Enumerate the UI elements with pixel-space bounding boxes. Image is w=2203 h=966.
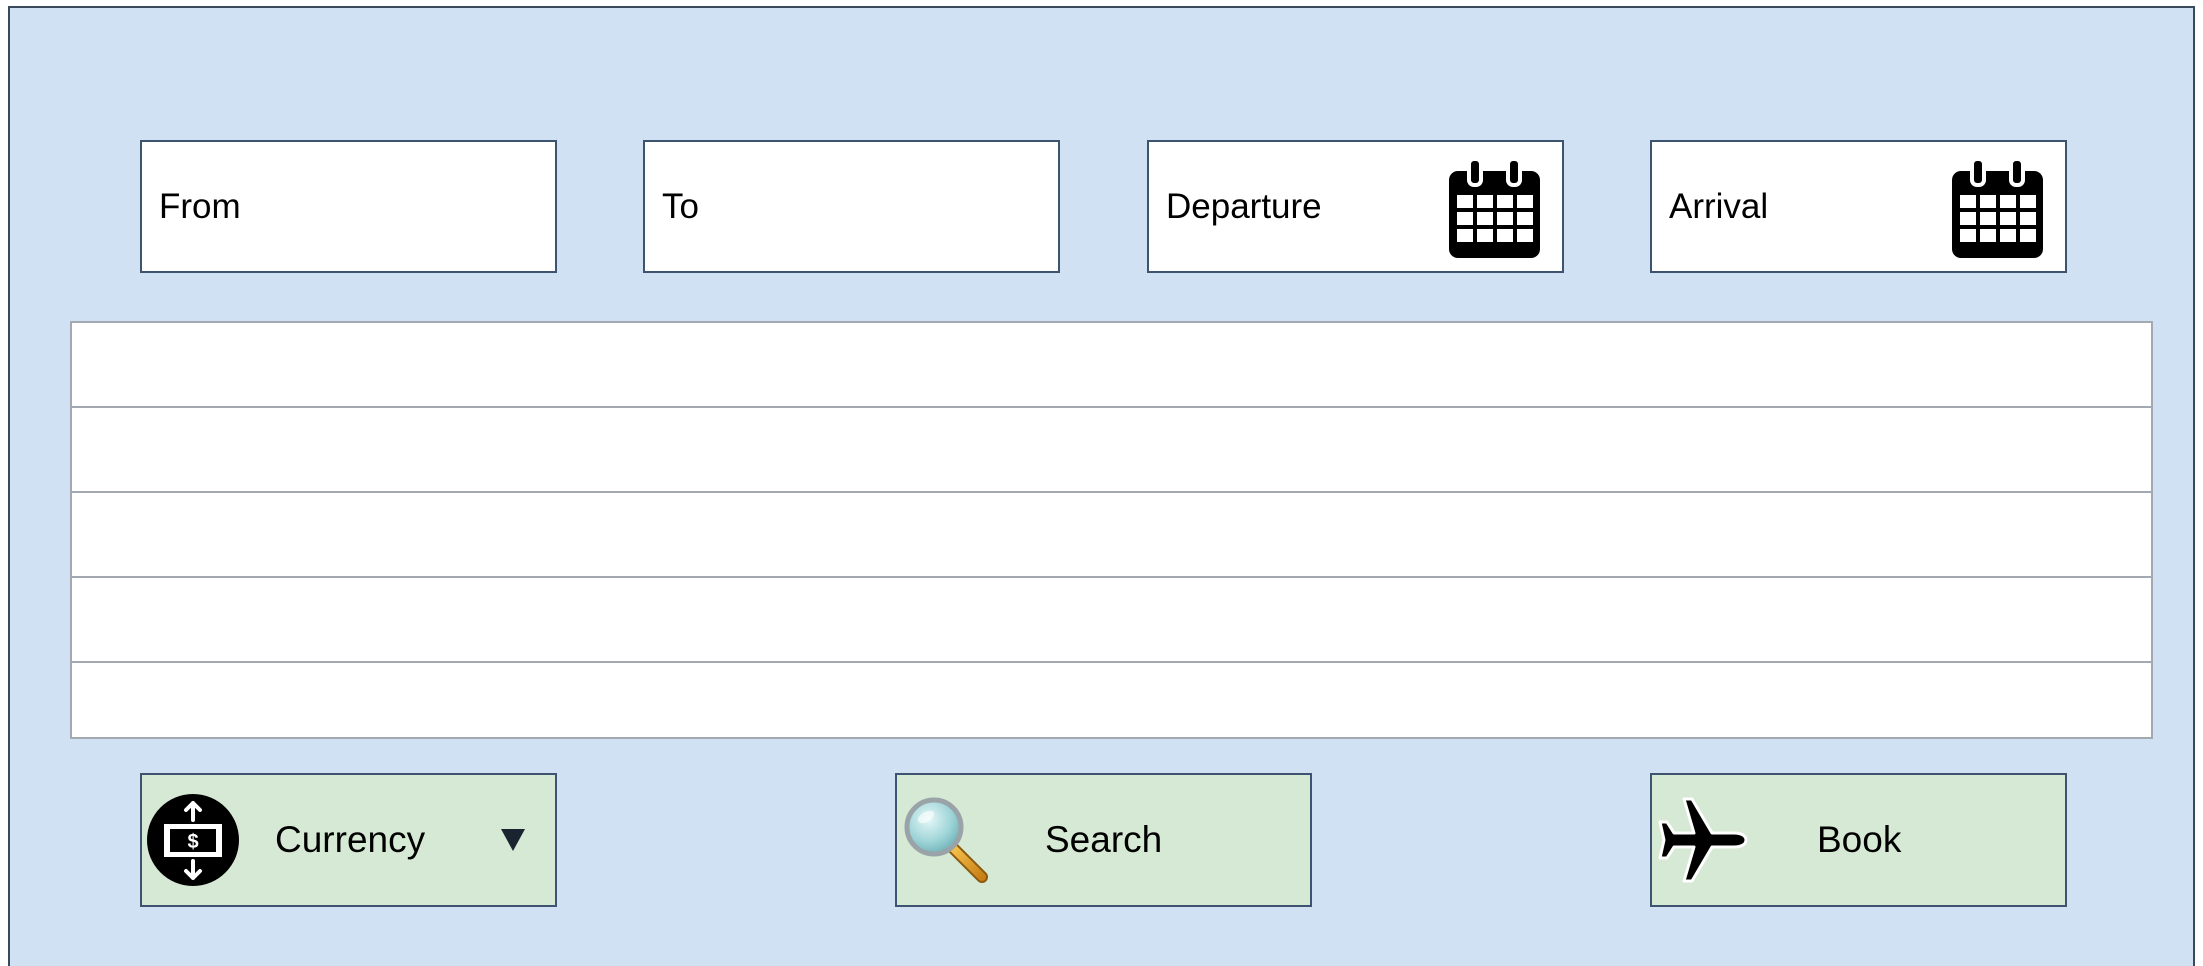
book-label: Book bbox=[1817, 819, 1902, 860]
caret-down-icon bbox=[501, 829, 525, 851]
airplane-icon bbox=[1658, 797, 1748, 883]
list-item[interactable] bbox=[72, 408, 2151, 493]
departure-field-label: Departure bbox=[1166, 186, 1322, 226]
currency-exchange-icon: $ bbox=[147, 794, 239, 886]
to-field-label: To bbox=[662, 186, 699, 226]
book-button[interactable]: Book bbox=[1650, 773, 2067, 907]
magnifying-glass-icon bbox=[904, 797, 988, 883]
search-button[interactable]: Search bbox=[895, 773, 1312, 907]
from-field[interactable]: From bbox=[140, 140, 557, 273]
arrival-field[interactable]: Arrival bbox=[1650, 140, 2067, 273]
calendar-icon[interactable] bbox=[1950, 157, 2045, 260]
list-item[interactable] bbox=[72, 323, 2151, 408]
from-field-label: From bbox=[159, 186, 241, 226]
arrival-field-label: Arrival bbox=[1669, 186, 1769, 226]
to-field[interactable]: To bbox=[643, 140, 1060, 273]
list-item[interactable] bbox=[72, 663, 2151, 746]
svg-text:$: $ bbox=[187, 831, 198, 853]
departure-field[interactable]: Departure bbox=[1147, 140, 1564, 273]
currency-dropdown[interactable]: $ Currency bbox=[140, 773, 557, 907]
search-label: Search bbox=[1045, 819, 1163, 860]
flight-search-panel: From To Departure Arrival $ Currency Sea… bbox=[8, 6, 2195, 966]
currency-label: Currency bbox=[275, 819, 426, 860]
calendar-icon[interactable] bbox=[1447, 157, 1542, 260]
list-item[interactable] bbox=[72, 578, 2151, 663]
list-item[interactable] bbox=[72, 493, 2151, 578]
results-list bbox=[70, 321, 2153, 739]
